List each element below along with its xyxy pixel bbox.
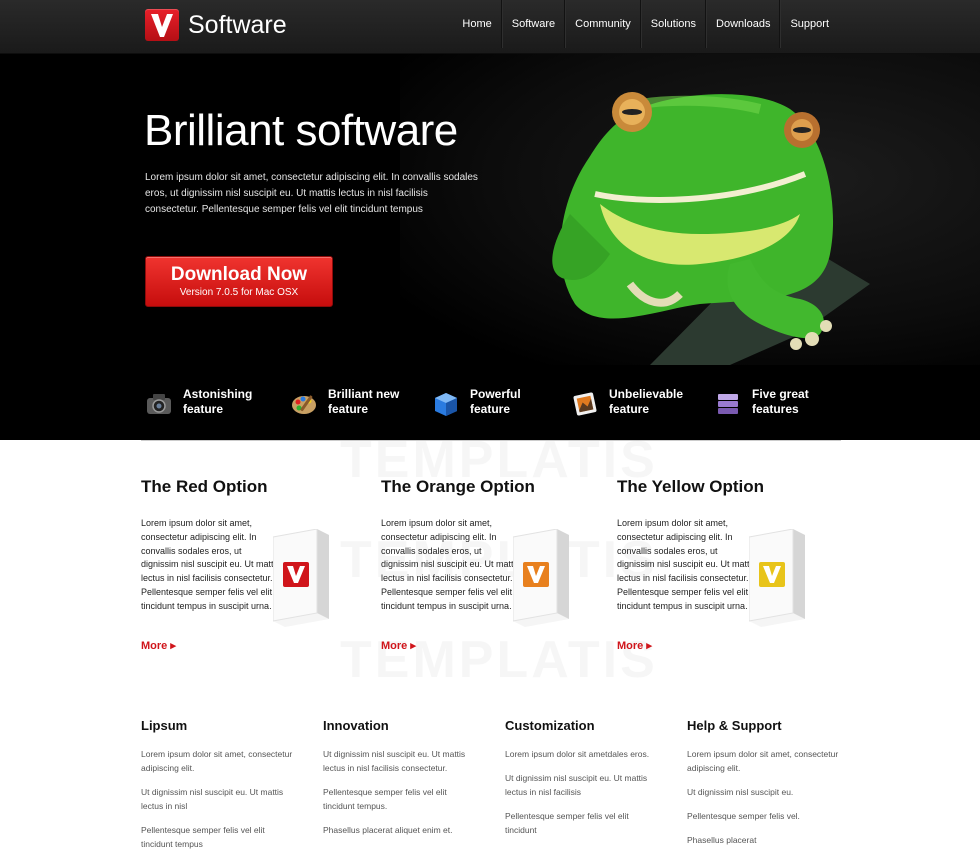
feature-label-line1: Unbelievable (609, 387, 684, 401)
option-card-yellow: The Yellow Option Lorem ipsum dolor sit … (617, 477, 847, 652)
feature-label-line2: feature (328, 402, 369, 416)
option-description: Lorem ipsum dolor sit amet, consectetur … (617, 518, 757, 611)
feature-label-line2: feature (470, 402, 511, 416)
option-card-red: The Red Option Lorem ipsum dolor sit ame… (141, 477, 371, 652)
column-title: Innovation (323, 718, 389, 733)
feature-item[interactable]: Powerful feature (432, 387, 555, 418)
download-version: Version 7.0.5 for Mac OSX (179, 287, 299, 298)
column-link[interactable]: Phasellus placerat (687, 833, 842, 847)
feature-label-line1: Brilliant new (328, 387, 400, 401)
footer-column-customization: Customization Lorem ipsum dolor sit amet… (505, 718, 660, 837)
feature-item[interactable]: Brilliant new feature (290, 387, 413, 418)
column-link[interactable]: Ut dignissim nisl suscipit eu. (687, 785, 842, 799)
column-title: Help & Support (687, 718, 782, 733)
feature-item[interactable]: Five great features (714, 387, 837, 418)
hero-title: Brilliant software (144, 106, 458, 155)
yellow-product-box-icon (749, 529, 805, 627)
option-card-orange: The Orange Option Lorem ipsum dolor sit … (381, 477, 611, 652)
palette-icon (292, 395, 316, 414)
column-link[interactable]: Pellentesque semper felis vel elit tinci… (323, 785, 478, 813)
column-title: Lipsum (141, 718, 188, 733)
feature-label-line2: features (752, 402, 799, 416)
column-link[interactable]: Lorem ipsum dolor sit amet, consectetur … (141, 747, 296, 775)
nav-home[interactable]: Home (453, 0, 502, 48)
option-title: The Orange Option (381, 477, 535, 496)
footer-column-help-support: Help & Support Lorem ipsum dolor sit ame… (687, 718, 842, 847)
picture-icon (573, 392, 597, 416)
top-navigation-bar: Software Home Software Community Solutio… (0, 0, 980, 54)
option-description: Lorem ipsum dolor sit amet, consectetur … (381, 518, 521, 611)
main-nav: Home Software Community Solutions Downlo… (453, 0, 838, 48)
logo-text: Software (188, 10, 287, 39)
feature-label-line1: Five great (752, 387, 809, 401)
nav-support[interactable]: Support (780, 0, 838, 48)
hero-description: Lorem ipsum dolor sit amet, consectetur … (145, 172, 478, 215)
red-product-box-icon (273, 529, 329, 627)
column-link[interactable]: Lorem ipsum dolor sit amet, consectetur … (687, 747, 842, 775)
column-link[interactable]: Ut dignissim nisl suscipit eu. Ut mattis… (505, 771, 660, 799)
feature-item[interactable]: Unbelievable feature (571, 387, 694, 418)
option-title: The Red Option (141, 477, 268, 496)
nav-solutions[interactable]: Solutions (640, 0, 707, 48)
nav-downloads[interactable]: Downloads (706, 0, 781, 48)
download-now-button[interactable]: Download Now Version 7.0.5 for Mac OSX (145, 256, 333, 307)
column-title: Customization (505, 718, 595, 733)
feature-label-line2: feature (183, 402, 224, 416)
more-link[interactable]: More ▸ (617, 639, 652, 652)
feature-label-line2: feature (609, 402, 650, 416)
site-logo[interactable]: Software (145, 9, 287, 41)
option-description: Lorem ipsum dolor sit amet, consectetur … (141, 518, 281, 611)
footer-column-lipsum: Lipsum Lorem ipsum dolor sit amet, conse… (141, 718, 296, 850)
column-link[interactable]: Ut dignissim nisl suscipit eu. Ut mattis… (141, 785, 296, 813)
orange-product-box-icon (513, 529, 569, 627)
column-link[interactable]: Pellentesque semper felis vel elit tinci… (141, 823, 296, 850)
option-title: The Yellow Option (617, 477, 765, 496)
feature-label-line1: Powerful (470, 387, 521, 401)
nav-community[interactable]: Community (565, 0, 641, 48)
more-link[interactable]: More ▸ (381, 639, 416, 652)
footer-column-innovation: Innovation Ut dignissim nisl suscipit eu… (323, 718, 478, 837)
column-link[interactable]: Pellentesque semper felis vel. (687, 809, 842, 823)
column-link[interactable]: Lorem ipsum dolor sit ametdales eros. (505, 747, 660, 761)
download-label: Download Now (170, 264, 308, 285)
more-link[interactable]: More ▸ (141, 639, 176, 652)
column-link[interactable]: Pellentesque semper felis vel elit tinci… (505, 809, 660, 837)
feature-label-line1: Astonishing (183, 387, 253, 401)
feature-strip: Astonishing feature Brilliant new featur… (0, 365, 980, 440)
logo-v-icon (145, 9, 179, 41)
column-link[interactable]: Phasellus placerat aliquet enim et. (323, 823, 478, 837)
hero-section: Brilliant software Lorem ipsum dolor sit… (0, 54, 980, 440)
stack-icon (718, 394, 738, 414)
nav-software[interactable]: Software (501, 0, 566, 48)
cube-icon (435, 393, 457, 416)
camera-icon (147, 394, 171, 414)
feature-item[interactable]: Astonishing feature (145, 387, 268, 418)
column-link[interactable]: Ut dignissim nisl suscipit eu. Ut mattis… (323, 747, 478, 775)
frog-photo (400, 54, 980, 365)
